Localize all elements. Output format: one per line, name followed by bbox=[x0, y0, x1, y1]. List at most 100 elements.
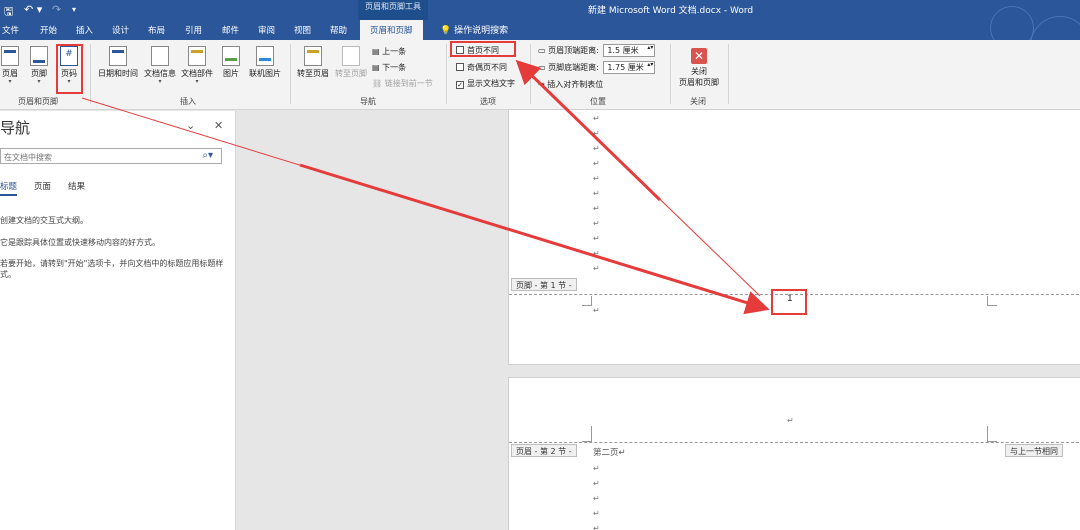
close-pane-icon[interactable]: ✕ bbox=[214, 119, 223, 132]
online-picture-icon bbox=[256, 46, 274, 66]
footer-distance-icon: ▭ bbox=[538, 63, 546, 72]
date-time-button[interactable]: 日期和时间 bbox=[96, 46, 140, 79]
document-info-icon bbox=[151, 46, 169, 66]
crop-mark bbox=[987, 426, 997, 442]
chevron-down-icon[interactable]: ⌄ bbox=[186, 119, 195, 132]
page-number-highlight bbox=[771, 289, 807, 315]
insert-alignment-tab-button[interactable]: ⇥ 插入对齐制表位 bbox=[538, 79, 603, 90]
nav-tab-results[interactable]: 结果 bbox=[68, 180, 85, 192]
tab-insert[interactable]: 插入 bbox=[76, 24, 93, 36]
tab-review[interactable]: 审阅 bbox=[258, 24, 275, 36]
paragraph-mark: ↵ bbox=[593, 234, 600, 243]
header-section-2-tag: 页眉 - 第 2 节 - bbox=[511, 444, 577, 457]
document-canvas[interactable]: ↵ ↵ ↵ ↵ ↵ ↵ ↵ ↵ ↵ ↵ ↵ 页脚 - 第 1 节 - ↵ 1 ↵… bbox=[237, 109, 1080, 530]
header-top-distance-label: 页眉顶端距离: bbox=[548, 46, 599, 55]
goto-header-button[interactable]: 转至页眉 bbox=[296, 46, 330, 79]
tab-help[interactable]: 帮助 bbox=[330, 24, 347, 36]
chevron-down-icon: ▾ bbox=[37, 78, 41, 85]
title-bar: 🖫 ↶ ▾ ↷ ▾ 页眉和页脚工具 新建 Microsoft Word 文档.d… bbox=[0, 0, 1080, 20]
tab-view[interactable]: 视图 bbox=[294, 24, 311, 36]
tab-references[interactable]: 引用 bbox=[185, 24, 202, 36]
group-label-header-footer: 页眉和页脚 bbox=[18, 97, 58, 106]
tab-header-footer[interactable]: 页眉和页脚 bbox=[360, 20, 423, 40]
undo-icon[interactable]: ↶ ▾ bbox=[24, 3, 42, 16]
customize-qat-icon[interactable]: ▾ bbox=[72, 5, 76, 14]
different-odd-even-label: 奇偶页不同 bbox=[467, 63, 507, 72]
picture-icon bbox=[222, 46, 240, 66]
page-2-header-text-value: 第二页 bbox=[593, 448, 619, 458]
footer-icon bbox=[30, 46, 48, 66]
tab-file[interactable]: 文件 bbox=[2, 24, 19, 36]
header-button[interactable]: 页眉 ▾ bbox=[0, 46, 20, 85]
next-label: 下一条 bbox=[382, 63, 407, 72]
goto-footer-button[interactable]: 转至页脚 bbox=[334, 46, 368, 79]
close-label-line2: 页眉和页脚 bbox=[679, 78, 719, 87]
navigation-pane-title: 导航 bbox=[0, 119, 31, 137]
document-info-button[interactable]: 文档信息 ▾ bbox=[143, 46, 177, 85]
footer-bottom-distance-input[interactable]: 1.75 厘米 bbox=[603, 61, 656, 74]
nav-tab-headings[interactable]: 标题 bbox=[0, 180, 18, 196]
goto-footer-icon bbox=[342, 46, 360, 66]
header-top-distance-input[interactable]: 1.5 厘米 bbox=[603, 44, 656, 57]
paragraph-mark: ↵ bbox=[593, 144, 600, 153]
chevron-down-icon: ▾ bbox=[8, 78, 12, 85]
group-separator bbox=[670, 44, 671, 104]
paragraph-mark: ↵ bbox=[618, 448, 626, 458]
goto-footer-label: 转至页脚 bbox=[335, 69, 367, 78]
tell-me-search[interactable]: 💡 操作说明搜索 bbox=[440, 23, 508, 36]
group-separator bbox=[446, 44, 447, 104]
tab-home[interactable]: 开始 bbox=[40, 24, 57, 36]
group-label-options: 选项 bbox=[480, 97, 496, 106]
nav-help-text-3: 若要开始，请转到"开始"选项卡，并向文档中的标题应用标题样式。 bbox=[0, 259, 224, 279]
header-top-distance-row: ▭ 页眉顶端距离: 1.5 厘米 bbox=[538, 44, 656, 57]
ribbon: 页眉 ▾ 页脚 ▾ # 页码 ▾ 页眉和页脚 日期和时间 文档信息 ▾ 文档部件… bbox=[0, 40, 1080, 110]
paragraph-mark: ↵ bbox=[593, 219, 600, 228]
document-info-label: 文档信息 bbox=[144, 69, 176, 78]
group-separator bbox=[728, 44, 729, 104]
nav-tab-pages[interactable]: 页面 bbox=[34, 180, 51, 192]
document-page-2[interactable]: ↵ 页眉 - 第 2 节 - 与上一节相同 第二页↵ ↵ ↵ ↵ ↵ ↵ bbox=[508, 377, 1080, 530]
tab-mailings[interactable]: 邮件 bbox=[222, 24, 239, 36]
tab-design[interactable]: 设计 bbox=[112, 24, 129, 36]
tab-layout[interactable]: 布局 bbox=[148, 24, 165, 36]
page-2-header-text[interactable]: 第二页↵ bbox=[593, 446, 626, 458]
paragraph-mark: ↵ bbox=[593, 464, 600, 473]
search-placeholder: 在文档中搜索 bbox=[4, 153, 52, 162]
date-time-label: 日期和时间 bbox=[98, 69, 138, 78]
close-header-footer-button[interactable]: ✕ 关闭 页眉和页脚 bbox=[676, 48, 722, 88]
navigation-search-input[interactable]: 在文档中搜索 ⌕▾ bbox=[0, 148, 222, 164]
insert-alignment-tab-label: 插入对齐制表位 bbox=[547, 80, 604, 89]
lightbulb-icon: 💡 bbox=[440, 26, 452, 36]
footer-button-label: 页脚 bbox=[31, 69, 47, 78]
paragraph-mark: ↵ bbox=[593, 204, 600, 213]
group-separator bbox=[90, 44, 91, 104]
footer-bottom-distance-label: 页脚底端距离: bbox=[548, 63, 599, 72]
header-button-label: 页眉 bbox=[2, 69, 18, 78]
crop-mark bbox=[987, 296, 997, 306]
online-picture-label: 联机图片 bbox=[249, 69, 281, 78]
redo-icon[interactable]: ↷ bbox=[52, 3, 61, 16]
group-separator bbox=[530, 44, 531, 104]
group-label-insert: 插入 bbox=[180, 97, 196, 106]
crop-mark bbox=[582, 426, 592, 442]
footer-button[interactable]: 页脚 ▾ bbox=[28, 46, 50, 85]
show-document-text-checkbox[interactable]: ✓ 显示文档文字 bbox=[456, 78, 515, 89]
close-label-line1: 关闭 bbox=[691, 67, 707, 76]
show-document-text-label: 显示文档文字 bbox=[467, 79, 515, 88]
paragraph-mark: ↵ bbox=[593, 129, 600, 138]
document-page-1[interactable]: ↵ ↵ ↵ ↵ ↵ ↵ ↵ ↵ ↵ ↵ ↵ 页脚 - 第 1 节 - ↵ 1 bbox=[508, 109, 1080, 365]
online-picture-button[interactable]: 联机图片 bbox=[246, 46, 284, 79]
group-separator bbox=[290, 44, 291, 104]
header-icon bbox=[1, 46, 19, 66]
link-previous-button[interactable]: ⛓ 链接到前一节 bbox=[372, 78, 433, 89]
group-label-navigation: 导航 bbox=[360, 97, 376, 106]
different-odd-even-checkbox[interactable]: 奇偶页不同 bbox=[456, 62, 507, 73]
search-icon[interactable]: ⌕▾ bbox=[202, 150, 213, 161]
quick-parts-button[interactable]: 文档部件 ▾ bbox=[180, 46, 214, 85]
previous-button[interactable]: ▤ 上一条 bbox=[372, 46, 406, 57]
next-button[interactable]: ▤ 下一条 bbox=[372, 62, 406, 73]
previous-label: 上一条 bbox=[382, 47, 407, 56]
picture-button[interactable]: 图片 bbox=[220, 46, 242, 79]
crop-mark bbox=[582, 296, 592, 306]
alignment-tab-icon: ⇥ bbox=[538, 80, 545, 89]
